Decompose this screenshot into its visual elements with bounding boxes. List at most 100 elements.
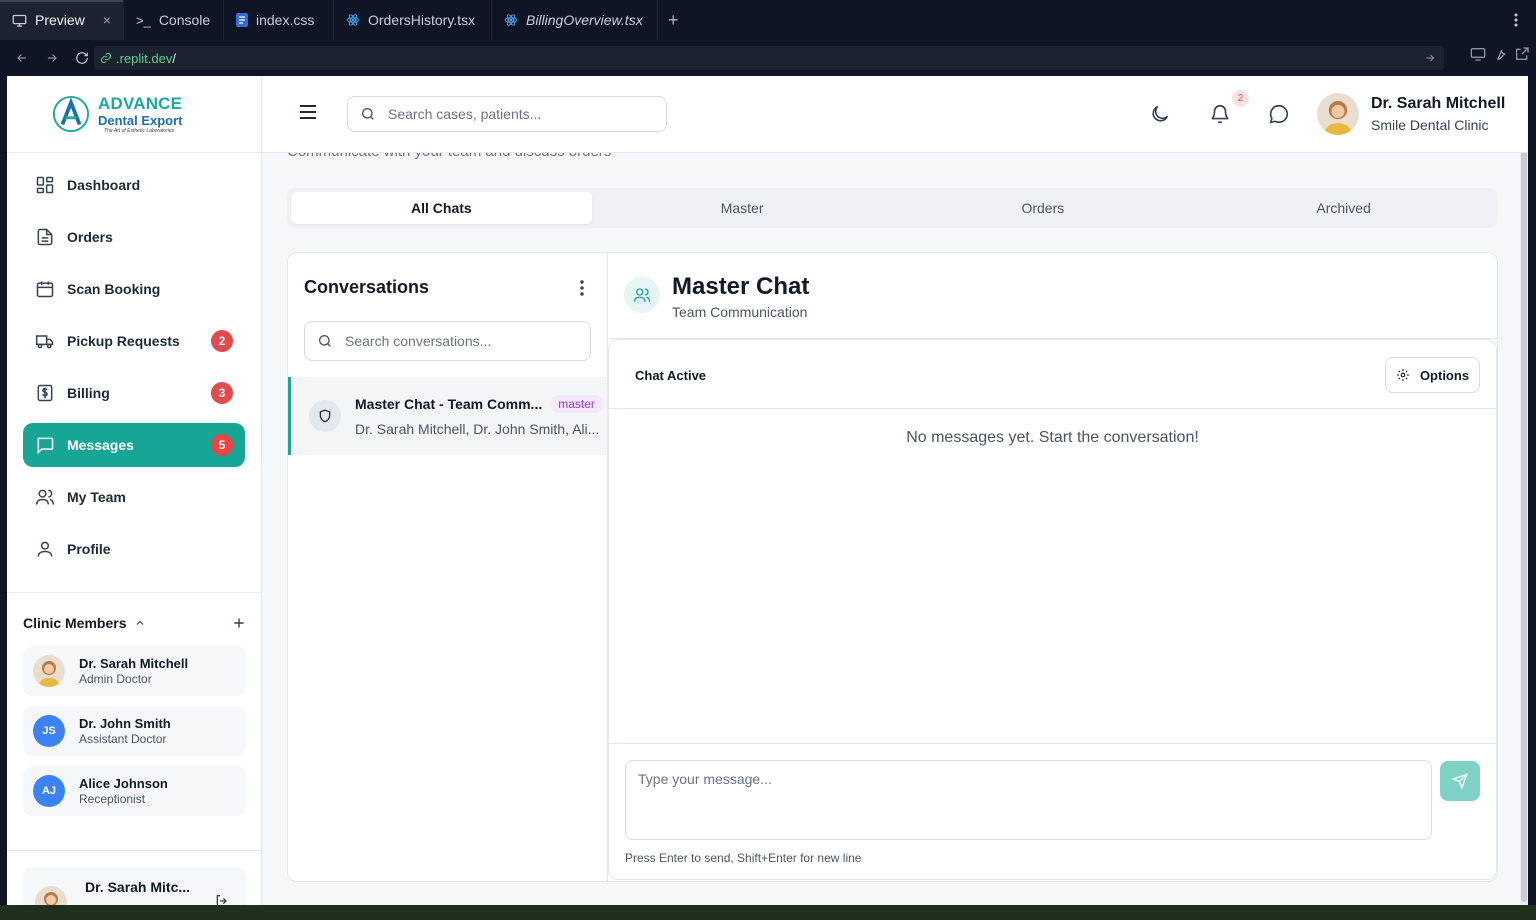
chat-bubble-icon[interactable]: [1268, 103, 1290, 125]
tab-orders[interactable]: Orders: [893, 192, 1194, 224]
options-label: Options: [1419, 367, 1470, 383]
go-arrow-icon[interactable]: [1424, 52, 1436, 64]
monitor-icon: [12, 13, 27, 28]
header-clinic-name: Smile Dental Clinic: [1371, 117, 1489, 133]
calendar-icon: [36, 281, 54, 298]
devices-icon[interactable]: [1470, 46, 1486, 62]
sidebar-item-label: Profile: [67, 541, 111, 557]
ide-tab-label: Console: [158, 12, 211, 28]
add-member-button[interactable]: [232, 616, 246, 630]
sidebar-item-billing[interactable]: Billing 3: [23, 371, 245, 415]
ide-tab-label: index.css: [255, 12, 315, 28]
chat-status: Chat Active: [635, 368, 707, 383]
member-role: Assistant Doctor: [79, 732, 167, 746]
tab-all-chats[interactable]: All Chats: [291, 192, 592, 224]
external-link-icon[interactable]: [1514, 46, 1530, 62]
sidebar-item-profile[interactable]: Profile: [23, 527, 245, 571]
member-name: Alice Johnson: [79, 776, 168, 791]
member-card[interactable]: Dr. Sarah Mitchell Admin Doctor: [23, 646, 246, 696]
top-header: 2 Dr. Sarah Mitchell Smile Dental Clinic: [263, 76, 1528, 153]
search-icon: [360, 106, 376, 122]
chevron-up-icon[interactable]: [134, 617, 146, 629]
bell-icon[interactable]: [1209, 103, 1231, 125]
ide-tab-index-css[interactable]: index.css: [224, 0, 334, 40]
avatar: [1317, 93, 1359, 135]
conversation-participants: Dr. Sarah Mitchell, Dr. John Smith, Ali.…: [355, 421, 600, 437]
chat-title: Master Chat: [672, 273, 810, 300]
sidebar-item-label: Scan Booking: [67, 281, 161, 297]
conversations-pane: Conversations Master Chat - Team Comm...…: [288, 253, 608, 881]
sidebar-user-section: Dr. Sarah Mitc...: [7, 850, 262, 905]
new-tab-button[interactable]: +: [658, 0, 689, 40]
member-role: Receptionist: [79, 792, 146, 806]
gear-icon: [1396, 368, 1410, 382]
count-badge: 5: [211, 434, 233, 456]
logo-mark-icon: [52, 95, 90, 133]
current-user-card[interactable]: Dr. Sarah Mitc...: [23, 867, 246, 905]
chat-window: Chat Active Options No messages yet. Sta…: [608, 339, 1497, 880]
member-card[interactable]: AJ Alice Johnson Receptionist: [23, 766, 246, 816]
sidebar-item-orders[interactable]: Orders: [23, 215, 245, 259]
ide-tab-console[interactable]: >_ Console: [124, 0, 224, 40]
ide-tab-billing-overview[interactable]: BillingOverview.tsx: [492, 0, 658, 40]
ide-tab-bar: Preview × >_ Console index.css OrdersHis…: [0, 0, 1536, 40]
send-button[interactable]: [1440, 761, 1480, 801]
ide-tab-label: BillingOverview.tsx: [525, 12, 643, 28]
clinic-members-section: Clinic Members Dr. Sarah Mitchell Admin …: [7, 592, 262, 816]
logout-icon[interactable]: [214, 893, 230, 905]
hamburger-menu-icon[interactable]: [299, 104, 317, 120]
desktop-taskbar-edge: [0, 905, 1536, 920]
conversation-tag: master: [550, 395, 603, 413]
browser-url-bar: .replit.dev /: [0, 40, 1536, 76]
notification-badge: 2: [1232, 90, 1249, 107]
sidebar-item-label: Billing: [67, 385, 110, 401]
close-icon[interactable]: ×: [103, 12, 111, 28]
search-input[interactable]: [388, 106, 648, 122]
conversation-search: [304, 321, 591, 361]
url-host: .replit.dev: [116, 50, 173, 66]
url-path: /: [172, 50, 176, 66]
sidebar: ADVANCE Dental Export The Art of Estheti…: [7, 76, 262, 905]
page-scrollbar[interactable]: [1520, 140, 1528, 905]
back-arrow-icon[interactable]: [8, 44, 36, 72]
app-viewport: ADVANCE Dental Export The Art of Estheti…: [7, 76, 1528, 905]
member-role: Admin Doctor: [79, 672, 152, 686]
conversation-item[interactable]: Master Chat - Team Comm... master Dr. Sa…: [288, 377, 607, 455]
avatar: [35, 886, 67, 905]
chat-header: Master Chat Team Communication: [608, 253, 1497, 339]
sidebar-item-pickup-requests[interactable]: Pickup Requests 2: [23, 319, 245, 363]
current-user-name: Dr. Sarah Mitc...: [85, 879, 191, 895]
sidebar-item-label: Pickup Requests: [67, 333, 180, 349]
conversation-search-input[interactable]: [345, 333, 575, 349]
brand-logo[interactable]: ADVANCE Dental Export The Art of Estheti…: [7, 76, 261, 153]
ide-tab-orders-history[interactable]: OrdersHistory.tsx: [334, 0, 492, 40]
link-icon: [100, 52, 112, 64]
member-card[interactable]: JS Dr. John Smith Assistant Doctor: [23, 706, 246, 756]
conversations-title: Conversations: [304, 277, 430, 297]
sidebar-item-my-team[interactable]: My Team: [23, 475, 245, 519]
avatar: AJ: [33, 775, 65, 807]
sidebar-item-messages[interactable]: Messages 5: [23, 423, 245, 467]
ide-tab-preview[interactable]: Preview ×: [0, 0, 124, 40]
message-input[interactable]: [625, 760, 1432, 840]
avatar: [33, 655, 65, 687]
url-input[interactable]: .replit.dev /: [94, 46, 1444, 70]
sidebar-item-scan-booking[interactable]: Scan Booking: [23, 267, 245, 311]
sidebar-item-dashboard[interactable]: Dashboard: [23, 163, 245, 207]
kebab-menu-icon[interactable]: [1496, 0, 1536, 40]
more-vertical-icon[interactable]: [580, 279, 584, 296]
ide-tab-label: OrdersHistory.tsx: [367, 12, 476, 28]
sidebar-item-label: Messages: [67, 437, 134, 453]
wrench-icon[interactable]: [1492, 46, 1508, 62]
reload-icon[interactable]: [68, 44, 96, 72]
moon-icon[interactable]: [1149, 103, 1171, 125]
global-search: [347, 96, 667, 132]
options-button[interactable]: Options: [1385, 357, 1480, 393]
dashboard-icon: [36, 176, 54, 194]
header-user-menu[interactable]: Dr. Sarah Mitchell Smile Dental Clinic: [1317, 93, 1505, 135]
user-icon: [37, 541, 53, 557]
tab-master[interactable]: Master: [592, 192, 893, 224]
tab-archived[interactable]: Archived: [1193, 192, 1494, 224]
sidebar-item-label: Dashboard: [67, 177, 141, 193]
forward-arrow-icon[interactable]: [38, 44, 66, 72]
